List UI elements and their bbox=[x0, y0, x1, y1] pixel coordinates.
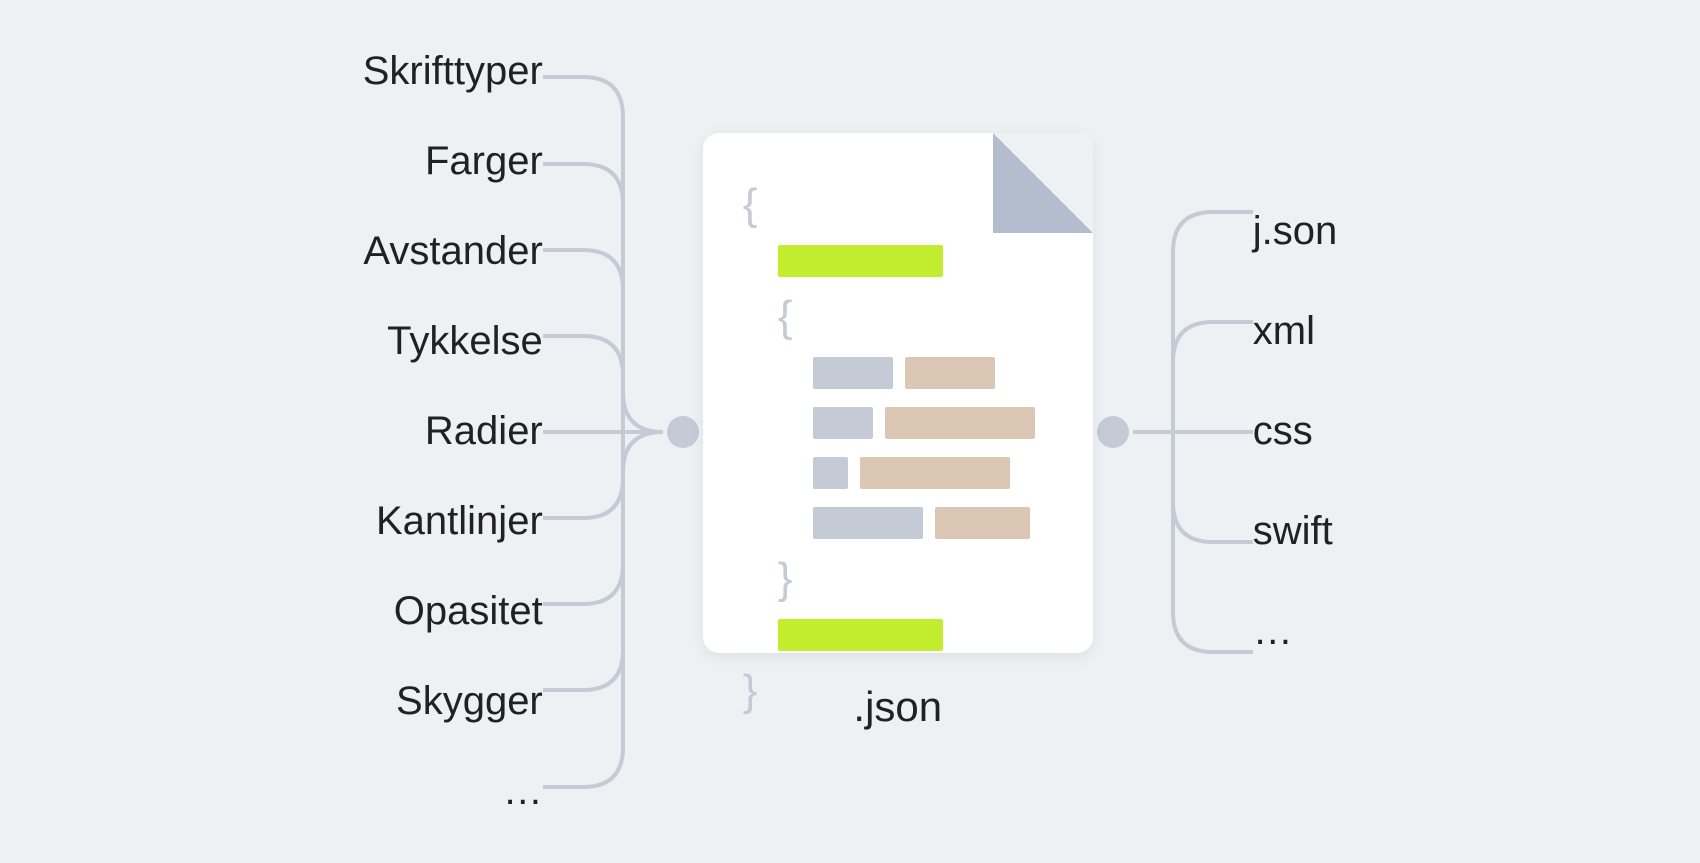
code-bar bbox=[935, 507, 1030, 539]
code-bar bbox=[813, 457, 848, 489]
output-item: xml bbox=[1253, 309, 1315, 354]
code-bar bbox=[813, 407, 873, 439]
input-item: Skrifttyper bbox=[363, 49, 543, 94]
open-brace-icon: { bbox=[778, 295, 793, 339]
code-bar bbox=[905, 357, 995, 389]
close-brace-icon: } bbox=[778, 557, 793, 601]
output-list: j.son xml css swift … bbox=[1253, 209, 1338, 654]
page-fold-icon bbox=[993, 133, 1093, 233]
connector-right bbox=[1093, 182, 1253, 682]
input-item: Opasitet bbox=[394, 589, 543, 634]
input-item: Kantlinjer bbox=[376, 499, 543, 544]
input-item: Avstander bbox=[363, 229, 542, 274]
code-representation: { { } } bbox=[743, 183, 1053, 713]
connector-left bbox=[543, 52, 703, 812]
input-item: Farger bbox=[425, 139, 543, 184]
flow-diagram: Skrifttyper Farger Avstander Tykkelse Ra… bbox=[363, 49, 1338, 814]
code-bar bbox=[813, 357, 893, 389]
output-item: j.son bbox=[1253, 209, 1338, 254]
output-item: css bbox=[1253, 409, 1313, 454]
code-bar bbox=[778, 619, 943, 651]
input-item: Skygger bbox=[396, 679, 543, 724]
output-item: swift bbox=[1253, 509, 1333, 554]
input-item: Radier bbox=[425, 409, 543, 454]
json-file-icon: { { } } bbox=[703, 133, 1093, 653]
input-item: Tykkelse bbox=[387, 319, 543, 364]
open-brace-icon: { bbox=[743, 183, 758, 227]
code-bar bbox=[778, 245, 943, 277]
code-bar bbox=[885, 407, 1035, 439]
input-list: Skrifttyper Farger Avstander Tykkelse Ra… bbox=[363, 49, 543, 814]
input-item: … bbox=[503, 769, 543, 814]
code-bar bbox=[813, 507, 923, 539]
code-bar bbox=[860, 457, 1010, 489]
output-item: … bbox=[1253, 609, 1293, 654]
file-center: { { } } .json bbox=[703, 133, 1093, 731]
close-brace-icon: } bbox=[743, 669, 758, 713]
